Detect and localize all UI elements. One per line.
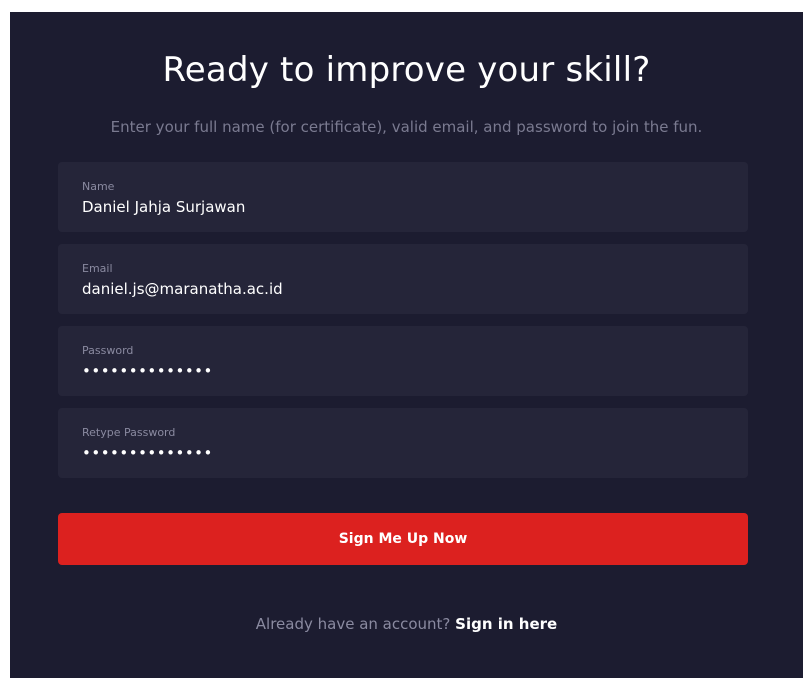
name-field[interactable]: Name Daniel Jahja Surjawan — [58, 162, 748, 232]
signup-panel: Ready to improve your skill? Enter your … — [10, 12, 803, 678]
retype-password-input[interactable]: •••••••••••••• — [82, 443, 722, 463]
signin-link[interactable]: Sign in here — [455, 615, 557, 633]
name-field-label: Name — [82, 180, 115, 193]
email-input[interactable]: daniel.js@maranatha.ac.id — [82, 279, 722, 299]
retype-password-field[interactable]: Retype Password •••••••••••••• — [58, 408, 748, 478]
email-field-label: Email — [82, 262, 113, 275]
page-title: Ready to improve your skill? — [162, 50, 651, 90]
password-input[interactable]: •••••••••••••• — [82, 361, 722, 381]
signin-prompt-line: Already have an account? Sign in here — [10, 615, 803, 633]
email-field[interactable]: Email daniel.js@maranatha.ac.id — [58, 244, 748, 314]
signin-prompt-text: Already have an account? — [255, 615, 451, 633]
name-input[interactable]: Daniel Jahja Surjawan — [82, 197, 722, 217]
password-field-label: Password — [82, 344, 134, 357]
retype-password-field-label: Retype Password — [82, 426, 176, 439]
password-field[interactable]: Password •••••••••••••• — [58, 326, 748, 396]
page-subtitle: Enter your full name (for certificate), … — [110, 118, 703, 136]
sign-up-button[interactable]: Sign Me Up Now — [58, 513, 748, 565]
